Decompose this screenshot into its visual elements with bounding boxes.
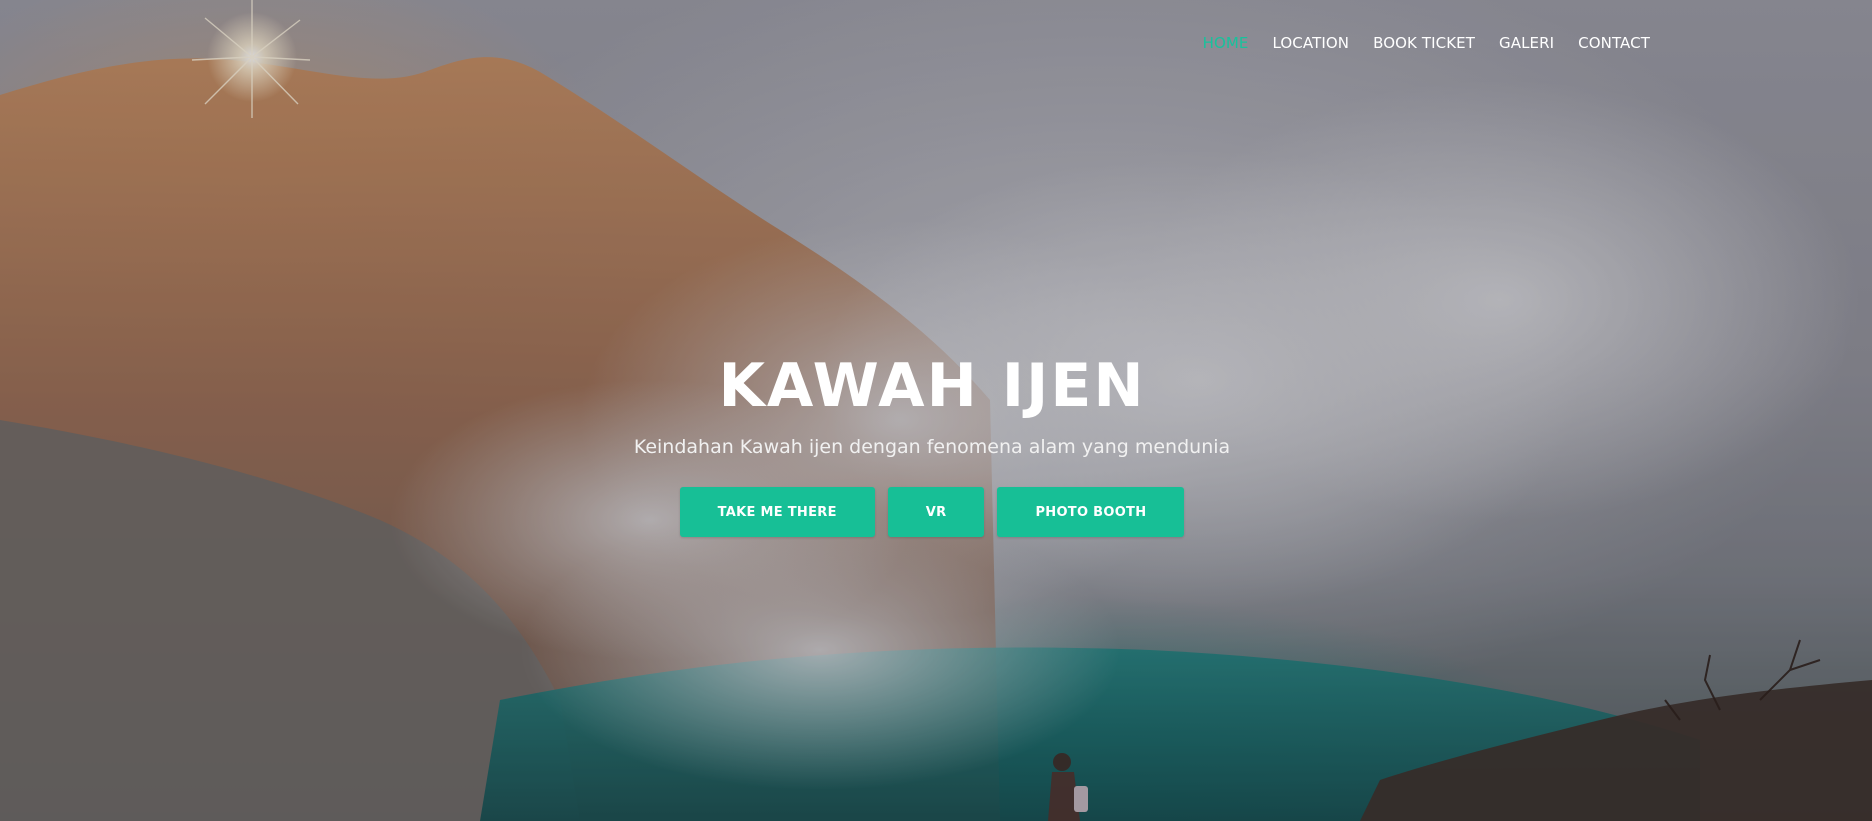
nav-item-galeri[interactable]: GALERI: [1487, 30, 1566, 56]
hero-title: KAWAH IJEN: [718, 351, 1146, 421]
take-me-there-button[interactable]: TAKE ME THERE: [679, 487, 875, 537]
photo-booth-button[interactable]: PHOTO BOOTH: [997, 487, 1185, 537]
hero-section: HOME LOCATION BOOK TICKET GALERI CONTACT…: [0, 0, 1872, 821]
hero-buttons: TAKE ME THERE VR PHOTO BOOTH: [0, 487, 1864, 537]
hero-content: KAWAH IJEN Keindahan Kawah ijen dengan f…: [0, 350, 1864, 537]
vr-button[interactable]: VR: [887, 487, 985, 537]
hero-subtitle: Keindahan Kawah ijen dengan fenomena ala…: [633, 436, 1231, 458]
nav-item-book-ticket[interactable]: BOOK TICKET: [1361, 30, 1487, 56]
main-nav: HOME LOCATION BOOK TICKET GALERI CONTACT: [1191, 30, 1662, 56]
nav-item-location[interactable]: LOCATION: [1260, 30, 1361, 56]
nav-item-contact[interactable]: CONTACT: [1566, 30, 1662, 56]
nav-item-home[interactable]: HOME: [1191, 30, 1261, 56]
